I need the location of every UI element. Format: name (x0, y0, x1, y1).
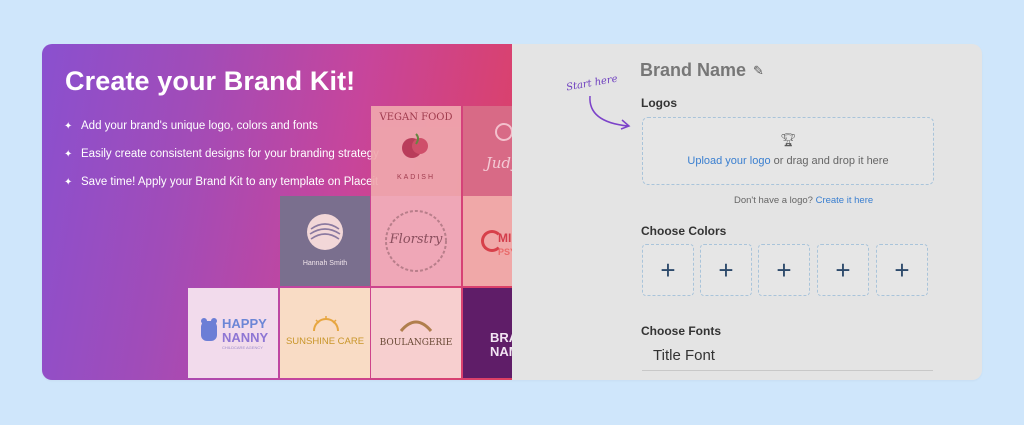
trophy-icon: 🏆︎ (780, 132, 797, 147)
hannah-logo-graphic (307, 214, 343, 250)
feature-text: Easily create consistent designs for you… (81, 148, 379, 160)
brand-kit-form: Brand Name ✎ Start here Logos 🏆︎ Upload … (512, 44, 982, 380)
create-logo-link[interactable]: Create it here (816, 195, 874, 206)
promo-panel: Create your Brand Kit! ✦ Add your brand'… (42, 44, 512, 380)
logo-text: HAPPY (222, 316, 267, 331)
logo-text: SUNSHINE CARE (285, 336, 365, 347)
logo-text: CHILDCARE AGENCY (222, 345, 263, 350)
feature-item: ✦ Easily create consistent designs for y… (64, 148, 379, 160)
fonts-label: Choose Fonts (641, 324, 721, 338)
upload-logo-link[interactable]: Upload your logo (687, 155, 770, 167)
bear-logo-graphic (201, 318, 217, 341)
logo-tile-judy: Judy J (463, 106, 512, 196)
croissant-logo-graphic (399, 320, 433, 332)
logo-text: Judy J (485, 154, 512, 172)
start-here-label: Start here (565, 73, 619, 94)
sun-logo-graphic (313, 316, 339, 332)
logo-tile-vegan-food: VEGAN FOOD KADISH (371, 106, 461, 196)
logo-tile-floristry: Florstry (371, 196, 461, 286)
colors-label: Choose Colors (641, 224, 727, 238)
brand-name-title[interactable]: Brand Name (640, 60, 746, 81)
sparkle-icon: ✦ (64, 148, 73, 160)
logo-text: MIN (498, 231, 512, 245)
curved-arrow-icon (589, 95, 631, 130)
logo-tile-brand-name: BRA NAM (463, 288, 512, 378)
logo-tile-boulangerie: BOULANGERIE (371, 288, 461, 378)
logos-label: Logos (641, 96, 677, 110)
feature-item: ✦ Add your brand's unique logo, colors a… (64, 120, 318, 132)
feature-item: ✦ Save time! Apply your Brand Kit to any… (64, 176, 378, 188)
logo-text: KADISH (396, 174, 436, 181)
promo-title: Create your Brand Kit! (65, 66, 356, 96)
logo-text: NAM (490, 344, 512, 359)
add-color-button[interactable]: + (700, 244, 752, 296)
logo-dropzone[interactable]: 🏆︎ Upload your logo or drag and drop it … (642, 117, 934, 185)
add-color-button[interactable]: + (876, 244, 928, 296)
ring-logo-graphic (495, 123, 512, 141)
pencil-icon[interactable]: ✎ (753, 63, 764, 79)
logo-text: PSYCH (498, 247, 512, 257)
add-color-button[interactable]: + (817, 244, 869, 296)
sparkle-icon: ✦ (64, 120, 73, 132)
upload-hint: or drag and drop it here (770, 155, 889, 167)
title-font-select[interactable]: Title Font (642, 341, 933, 371)
logo-text: BRA (490, 330, 512, 345)
brand-kit-card: Create your Brand Kit! ✦ Add your brand'… (42, 44, 982, 380)
logo-text: Hannah Smith (302, 260, 348, 267)
upload-instructions: Upload your logo or drag and drop it her… (643, 155, 933, 167)
feature-text: Save time! Apply your Brand Kit to any t… (81, 176, 379, 188)
feature-text: Add your brand's unique logo, colors and… (81, 120, 318, 132)
logo-tile-hannah-smith: Hannah Smith (280, 196, 370, 286)
logo-text: VEGAN FOOD (379, 112, 453, 123)
sparkle-icon: ✦ (64, 176, 73, 188)
logo-tile-mind: MIN PSYCH (463, 196, 512, 286)
logo-tile-sunshine-care: SUNSHINE CARE (280, 288, 370, 378)
add-color-button[interactable]: + (758, 244, 810, 296)
vegan-food-logo-graphic (402, 133, 428, 158)
add-color-button[interactable]: + (642, 244, 694, 296)
no-logo-prompt: Don't have a logo? Create it here (734, 195, 873, 206)
no-logo-text: Don't have a logo? (734, 195, 816, 206)
logo-tile-happy-nanny: HAPPY NANNY CHILDCARE AGENCY (188, 288, 278, 378)
logo-text: BOULANGERIE (379, 338, 453, 348)
logo-text: NANNY (222, 330, 269, 345)
logo-text: Florstry (389, 232, 443, 247)
